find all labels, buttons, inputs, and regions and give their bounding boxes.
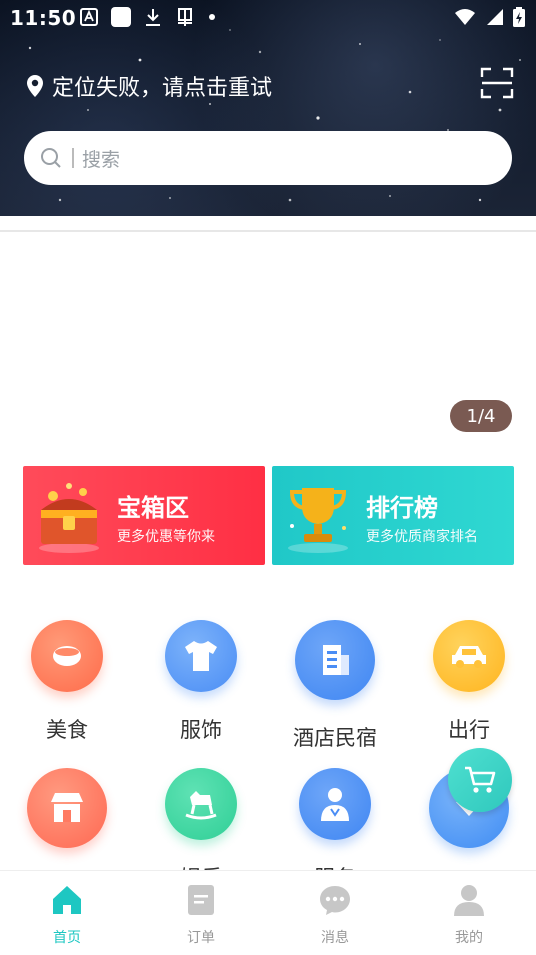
profile-icon (454, 885, 484, 916)
keyboard-a-icon (80, 8, 98, 26)
status-notification-icons (80, 6, 216, 28)
rocking-horse-icon (165, 768, 237, 840)
service-person-icon (299, 768, 371, 840)
shop-icon (27, 768, 107, 848)
trophy-icon (288, 488, 348, 553)
search-cursor (72, 148, 74, 168)
category-hotel[interactable]: 酒店民宿 (270, 620, 400, 752)
promo-title: 宝箱区 (117, 494, 189, 522)
category-label: 酒店民宿 (293, 726, 377, 750)
location-retry[interactable]: 定位失败，请点击重试 (26, 70, 272, 102)
status-system-icons (454, 6, 526, 28)
download-icon (146, 9, 160, 26)
signal-icon (487, 9, 503, 25)
tab-label: 首页 (53, 930, 81, 946)
category-label: 美食 (46, 718, 88, 742)
bug-icon (178, 8, 192, 26)
tab-label: 我的 (455, 930, 483, 946)
wifi-icon (455, 9, 475, 25)
promo-subtitle: 更多优惠等你来 (117, 529, 215, 545)
home-icon (53, 886, 81, 914)
message-icon (320, 886, 350, 915)
tab-label: 订单 (187, 930, 215, 946)
search-placeholder: 搜索 (82, 148, 121, 171)
tab-profile[interactable]: 我的 (419, 883, 519, 947)
promo-treasure-box[interactable]: 宝箱区 更多优惠等你来 (23, 466, 265, 565)
cart-fab-button[interactable] (448, 748, 512, 812)
scan-icon[interactable] (480, 66, 514, 100)
battery-charging-icon (513, 7, 525, 27)
car-icon (433, 620, 505, 692)
order-icon (188, 885, 214, 915)
location-text: 定位失败，请点击重试 (52, 76, 273, 101)
dot-icon (209, 14, 215, 20)
category-travel[interactable]: 出行 (404, 620, 534, 744)
search-icon (41, 148, 61, 168)
banner-page-indicator: 1/4 (450, 400, 512, 432)
status-bar: 11:50 (0, 0, 536, 36)
search-bar[interactable]: 搜索 (24, 131, 512, 185)
status-time: 11:50 (10, 6, 77, 30)
location-pin-icon (27, 75, 43, 97)
cart-icon (465, 766, 496, 793)
category-food[interactable]: 美食 (2, 620, 132, 744)
tab-label: 消息 (321, 930, 349, 946)
category-label: 服饰 (180, 718, 222, 742)
category-clothing[interactable]: 服饰 (136, 620, 266, 744)
tab-orders[interactable]: 订单 (151, 883, 251, 947)
promo-subtitle: 更多优质商家排名 (366, 529, 478, 545)
square-notification-icon (111, 7, 131, 27)
treasure-chest-icon (39, 483, 99, 553)
tab-messages[interactable]: 消息 (285, 883, 385, 947)
header-hero: 11:50 定位失败，请点击重试 搜索 (0, 0, 536, 216)
tshirt-icon (165, 620, 237, 692)
tab-home[interactable]: 首页 (17, 883, 117, 947)
promo-title: 排行榜 (366, 494, 438, 522)
hotel-building-icon (295, 620, 375, 700)
bottom-tab-bar: 首页 订单 消息 我的 (0, 870, 536, 955)
promo-ranking[interactable]: 排行榜 更多优质商家排名 (272, 466, 514, 565)
food-bowl-icon (31, 620, 103, 692)
category-label: 出行 (448, 718, 490, 742)
